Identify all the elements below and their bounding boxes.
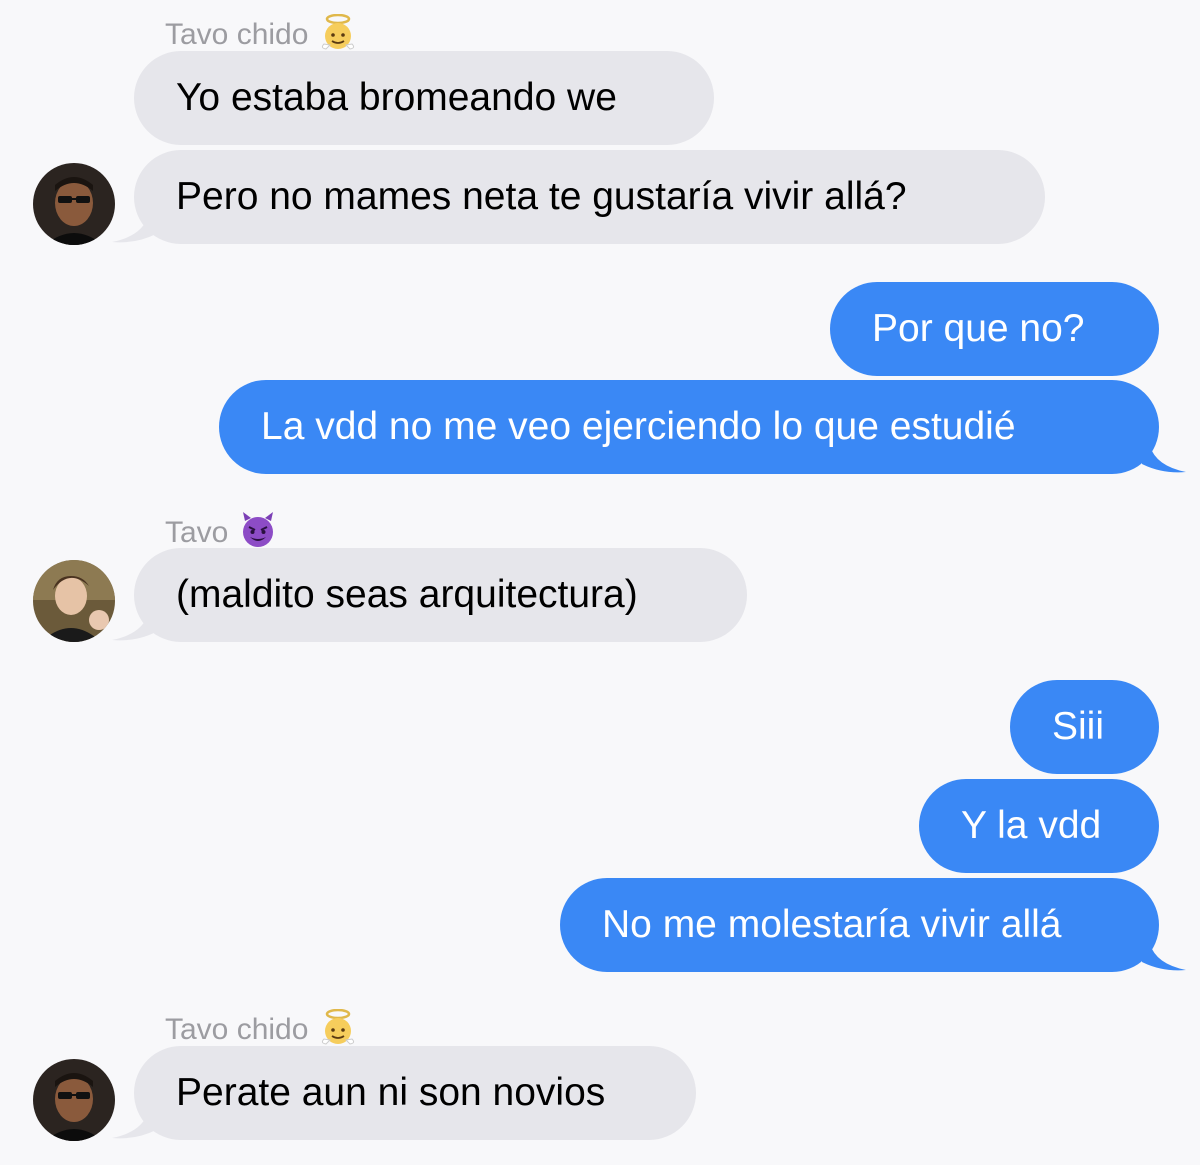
message-bubble[interactable]: Y la vdd: [919, 779, 1159, 873]
message-text: Yo estaba bromeando we: [176, 76, 617, 119]
sender-label: Tavo chido: [165, 1008, 358, 1051]
avatar[interactable]: [33, 163, 115, 245]
bubble-tail: [112, 206, 156, 243]
message-bubble[interactable]: Siii: [1010, 680, 1159, 774]
message-text: No me molestaría vivir allá: [602, 903, 1062, 946]
message-text: Siii: [1052, 705, 1105, 748]
avatar[interactable]: [33, 1059, 115, 1141]
message-bubble[interactable]: No me molestaría vivir allá: [560, 878, 1159, 972]
sender-name: Tavo chido: [165, 1013, 309, 1046]
message-text: Perate aun ni son novios: [176, 1071, 606, 1114]
sender-name: Tavo chido: [165, 18, 309, 51]
avatar[interactable]: [33, 560, 115, 642]
sender-name: Tavo: [165, 516, 229, 549]
bubble-tail: [1142, 934, 1186, 971]
angel-face-icon: [318, 1008, 358, 1051]
chat-transcript: Tavo chido Yo estaba bromeando we Pero n…: [0, 0, 1200, 1165]
angel-face-icon: [318, 13, 358, 56]
message-bubble[interactable]: Por que no?: [830, 282, 1159, 376]
message-bubble[interactable]: Perate aun ni son novios: [134, 1046, 696, 1140]
message-bubble[interactable]: Pero no mames neta te gustaría vivir all…: [134, 150, 1045, 244]
message-text: Por que no?: [872, 307, 1085, 350]
message-bubble[interactable]: Yo estaba bromeando we: [134, 51, 714, 145]
bubble-tail: [112, 604, 156, 641]
message-text: La vdd no me veo ejerciendo lo que estud…: [261, 405, 1016, 448]
sender-label: Tavo chido: [165, 13, 358, 56]
bubble-tail: [1142, 436, 1186, 473]
bubble-tail: [112, 1102, 156, 1139]
message-bubble[interactable]: (maldito seas arquitectura): [134, 548, 747, 642]
message-text: Pero no mames neta te gustaría vivir all…: [176, 175, 907, 218]
message-bubble[interactable]: La vdd no me veo ejerciendo lo que estud…: [219, 380, 1159, 474]
message-text: Y la vdd: [961, 804, 1102, 847]
message-text: (maldito seas arquitectura): [176, 573, 638, 616]
